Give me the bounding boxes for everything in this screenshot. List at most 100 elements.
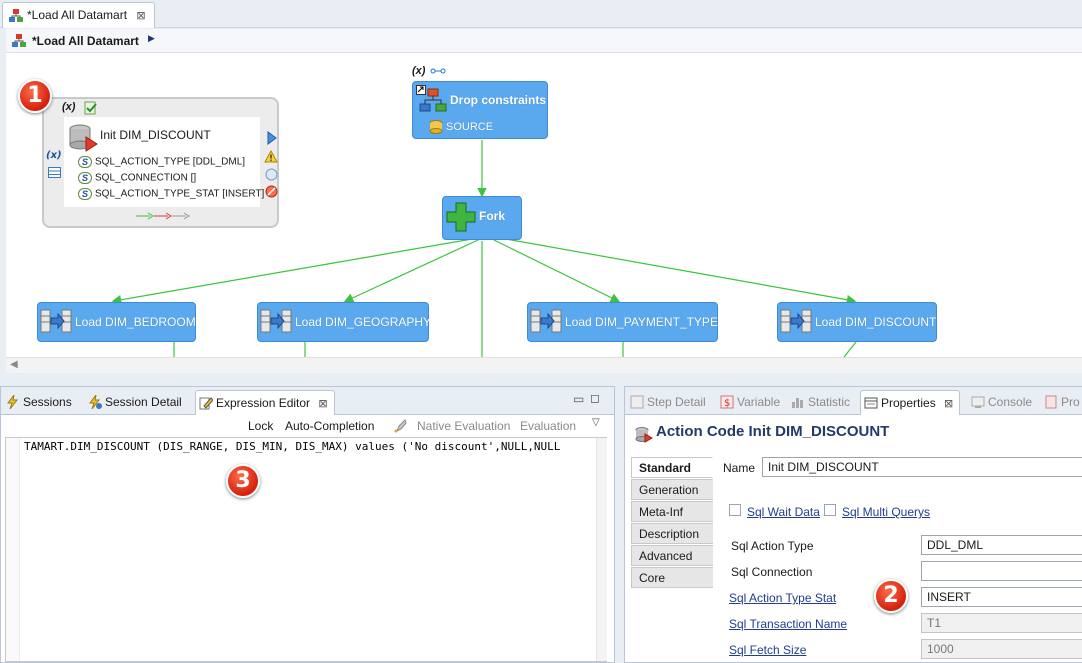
link-discount-down [843,341,857,357]
callout-badge-2: 2 [874,579,908,613]
play-icon[interactable] [266,131,278,145]
tab-label: Pro [1061,395,1080,409]
properties-icon [864,397,878,409]
tab-console[interactable]: Console [968,390,1032,415]
sql-fetch-size-field: 1000 [921,639,1082,659]
auto-completion-button[interactable]: Auto-Completion [285,419,374,433]
dollar-icon: $ [720,395,734,409]
load-dim-payment-type-node[interactable]: Load DIM_PAYMENT_TYPE [527,302,718,342]
minimize-icon[interactable]: ▭ [573,392,584,406]
drop-constraints-node[interactable]: Drop constraints SOURCE [412,81,548,139]
param-label: SQL_CONNECTION [] [95,172,197,184]
variable-marker: (x) [62,101,76,113]
load-dim-bedroom-node[interactable]: Load DIM_BEDROOM [37,302,196,342]
tab-sessions[interactable]: Sessions [3,390,72,415]
sql-multi-querys-checkbox[interactable] [824,504,836,516]
init-dim-discount-block[interactable]: (x) (x) Init DIM_DISCOUNT S SQL_ACTION_TY… [42,97,279,228]
load-dim-discount-node[interactable]: Load DIM_DISCOUNT [777,302,937,342]
editor-tab-load-all-datamart[interactable]: *Load All Datamart ⊠ [2,2,155,28]
close-icon[interactable]: ⊠ [318,398,327,410]
sql-action-icon [69,124,98,152]
side-tab-core[interactable]: Core [631,567,713,588]
tab-pro[interactable]: Pro [1041,390,1080,415]
param-row[interactable]: S SQL_ACTION_TYPE [DDL_DML] [78,156,245,168]
tab-expression-editor[interactable]: Expression Editor ⊠ [195,390,335,415]
process-icon [416,85,447,112]
fork-node[interactable]: Fork [442,196,522,240]
expression-text-area[interactable]: TAMART.DIM_DISCOUNT (DIS_RANGE, DIS_MIN,… [5,437,607,662]
sql-wait-data-label[interactable]: Sql Wait Data [747,505,820,519]
param-label: SQL_ACTION_TYPE [DDL_DML] [95,156,246,168]
svg-text:(x): (x) [46,150,62,161]
load-dim-geography-node[interactable]: Load DIM_GEOGRAPHY [257,302,432,342]
left-panel-tabbar: Sessions Session Detail Expression Edito… [1,387,614,415]
lightning-detail-icon [89,395,102,409]
load-node-label: Load DIM_DISCOUNT [815,315,937,329]
callout-badge-1: 1 [18,79,52,113]
warning-icon [264,150,278,163]
properties-title: Action Code Init DIM_DISCOUNT [656,423,890,440]
close-icon[interactable]: ⊠ [944,398,953,410]
tab-session-detail[interactable]: Session Detail [85,390,182,415]
status-circle-icon [265,168,278,181]
param-row[interactable]: S SQL_CONNECTION [] [78,172,196,184]
scroll-left-icon[interactable]: ◀ [10,359,18,370]
sql-connection-field[interactable] [921,561,1082,581]
evaluation-button[interactable]: Evaluation [520,419,576,433]
param-label: SQL_ACTION_TYPE_STAT [INSERT] [95,188,265,200]
sql-transaction-name-label[interactable]: Sql Transaction Name [729,617,847,631]
side-tab-meta-inf[interactable]: Meta-Inf [631,501,713,522]
name-field[interactable]: Init DIM_DISCOUNT [762,457,1082,477]
properties-panel: Step Detail $ Variable Statistic Propert… [624,386,1082,663]
variable-link-icon: (x) [46,150,62,161]
lock-button[interactable]: Lock [248,419,273,433]
native-evaluation-button[interactable]: Native Evaluation [417,419,510,433]
stop-icon [265,185,278,198]
step-detail-icon [630,395,644,409]
chevron-right-icon[interactable]: ▶ [148,33,155,44]
side-tab-standard[interactable]: Standard [631,457,713,478]
init-block-title: Init DIM_DISCOUNT [100,128,211,142]
side-tab-generation[interactable]: Generation [631,479,713,500]
view-menu-icon[interactable]: ▽ [592,417,600,428]
tab-step-detail[interactable]: Step Detail [627,390,706,415]
init-block-body: Init DIM_DISCOUNT S SQL_ACTION_TYPE [DDL_… [64,117,264,207]
tab-properties[interactable]: Properties ⊠ [860,390,961,415]
diagram-header: *Load All Datamart ▶ [6,29,1082,53]
right-panel-tabbar: Step Detail $ Variable Statistic Propert… [625,387,1082,415]
maximize-icon[interactable]: ◻ [590,391,600,405]
link-fork-payment [493,239,621,303]
vertical-scrollbar[interactable] [596,438,607,661]
sql-multi-querys-label[interactable]: Sql Multi Querys [842,505,930,519]
callout-badge-3: 3 [226,464,260,498]
diagram-canvas[interactable]: (x) (x) Init DIM_DISCOUNT S SQL_ACTION_TY… [6,53,1082,357]
load-node-label: Load DIM_GEOGRAPHY [295,315,432,329]
variable-marker: (x) [412,65,426,77]
name-label: Name [723,461,756,475]
load-mapping-icon [40,309,72,333]
sql-action-type-stat-label[interactable]: Sql Action Type Stat [729,591,836,605]
tab-variable[interactable]: $ Variable [717,390,780,415]
expression-toolbar: Lock Auto-Completion Native Evaluation E… [1,415,614,437]
sql-action-type-field[interactable]: DDL_DML [921,535,1082,555]
editor-gutter [6,438,20,661]
close-icon[interactable]: ⊠ [136,10,145,22]
tab-statistic[interactable]: Statistic [788,390,850,415]
link-types-icon [136,212,190,220]
drop-constraints-label: Drop constraints [450,93,547,107]
sql-action-type-stat-field[interactable]: INSERT [921,587,1082,607]
sql-wait-data-checkbox[interactable] [729,504,741,516]
tab-label: Console [988,395,1033,409]
param-row[interactable]: S SQL_ACTION_TYPE_STAT [INSERT] [78,188,264,200]
console-icon [971,396,985,408]
rocket-icon [394,419,407,433]
edit-icon [199,397,213,410]
editor-tab-title: *Load All Datamart [27,8,128,22]
link-fork-bedroom [111,238,473,305]
horizontal-scrollbar[interactable]: ◀ [6,357,1082,373]
side-tab-advanced[interactable]: Advanced [631,545,713,566]
connector-icon [430,68,446,74]
sql-fetch-size-label[interactable]: Sql Fetch Size [729,643,806,657]
load-mapping-icon [530,309,562,333]
side-tab-description[interactable]: Description [631,523,713,544]
